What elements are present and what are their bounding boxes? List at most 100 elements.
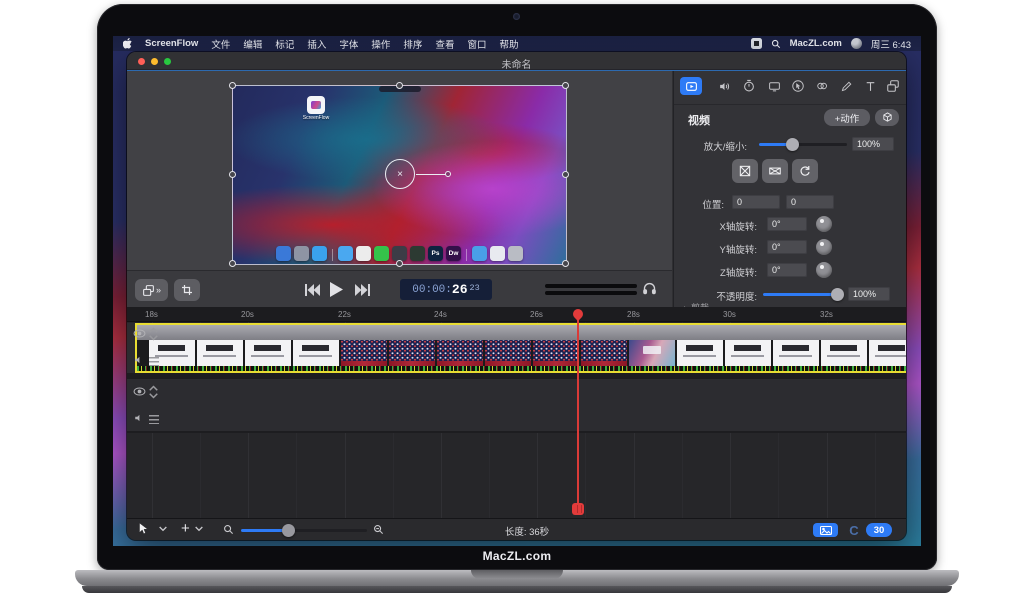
menu-item[interactable]: 文件 xyxy=(211,37,230,51)
rotation-x-field[interactable]: 0° xyxy=(767,217,807,231)
headphone-monitor-icon[interactable] xyxy=(642,281,657,296)
track-chevron-up-icon[interactable] xyxy=(149,327,158,333)
position-x-field[interactable]: 0 xyxy=(732,195,780,209)
menu-item[interactable]: 排序 xyxy=(403,37,422,51)
screenshot-export-button[interactable] xyxy=(813,523,838,537)
3d-cube-button[interactable] xyxy=(875,109,899,126)
track-mute-speaker-icon[interactable] xyxy=(134,413,144,423)
rotation-z-field[interactable]: 0° xyxy=(767,263,807,277)
position-y-field[interactable]: 0 xyxy=(786,195,834,209)
flip-horizontal-button[interactable] xyxy=(732,159,758,183)
track-chevron-down-icon[interactable] xyxy=(149,335,158,341)
selection-handle[interactable] xyxy=(396,82,403,89)
input-source-icon[interactable] xyxy=(751,38,762,49)
tab-screen-icon[interactable] xyxy=(763,77,785,95)
dock-icon-wechat[interactable] xyxy=(374,246,389,261)
selection-handle[interactable] xyxy=(229,171,236,178)
timeline-zoom-slider[interactable] xyxy=(241,529,367,532)
rotation-handle[interactable] xyxy=(445,171,451,177)
dock-icon-twitter[interactable] xyxy=(338,246,353,261)
tab-callout-icon[interactable] xyxy=(787,77,809,95)
apple-menu-icon[interactable] xyxy=(123,38,132,49)
menu-item[interactable]: 插入 xyxy=(307,37,326,51)
play-button[interactable] xyxy=(330,282,343,297)
menu-status-icon[interactable] xyxy=(851,38,862,49)
menu-item[interactable]: 操作 xyxy=(371,37,390,51)
track-chevron-up-icon[interactable] xyxy=(149,385,158,391)
dock-icon-chrome[interactable] xyxy=(356,246,371,261)
tab-annotate-icon[interactable] xyxy=(835,77,857,95)
opacity-value-field[interactable]: 100% xyxy=(848,287,890,301)
video-preview[interactable]: ScreenFlow × PsDw xyxy=(232,85,567,265)
menu-item[interactable]: 窗口 xyxy=(467,37,486,51)
selection-handle[interactable] xyxy=(229,82,236,89)
video-clip[interactable] xyxy=(135,323,906,373)
dock-icon-utility[interactable] xyxy=(392,246,407,261)
timeline[interactable]: 18s20s22s24s26s28s30s32s xyxy=(127,307,906,518)
menu-site-text[interactable]: MacZL.com xyxy=(790,38,842,49)
reset-rotation-button[interactable] xyxy=(792,159,818,183)
skip-forward-button[interactable] xyxy=(355,284,370,296)
track-grip-handle[interactable] xyxy=(149,357,159,366)
media-library-button[interactable]: » xyxy=(135,279,168,301)
rotation-center-control[interactable]: × xyxy=(385,159,415,189)
tab-touch-icon[interactable] xyxy=(811,77,833,95)
add-action-button[interactable]: +动作 xyxy=(824,109,870,126)
flip-vertical-button[interactable] xyxy=(762,159,788,183)
fps-badge[interactable]: 30 xyxy=(866,523,892,537)
rotation-z-knob[interactable] xyxy=(816,262,832,278)
dock-icon-screenshot[interactable] xyxy=(490,246,505,261)
rotation-y-knob[interactable] xyxy=(816,239,832,255)
selection-handle[interactable] xyxy=(229,260,236,267)
menu-item[interactable]: 标记 xyxy=(275,37,294,51)
timeline-ruler[interactable]: 18s20s22s24s26s28s30s32s xyxy=(127,307,906,322)
selection-handle[interactable] xyxy=(562,171,569,178)
tab-video-icon[interactable] xyxy=(680,77,702,95)
add-media-chevron[interactable] xyxy=(195,526,203,532)
scale-slider[interactable] xyxy=(759,143,847,146)
menu-clock[interactable]: 周三 6:43 xyxy=(871,37,911,51)
playhead-handle[interactable] xyxy=(572,503,584,515)
zoom-in-icon[interactable] xyxy=(373,524,384,535)
tab-audio-icon[interactable] xyxy=(713,77,735,95)
track-chevron-down-icon[interactable] xyxy=(149,393,158,399)
add-media-button[interactable]: + xyxy=(181,520,190,537)
dock-icon-dreamweaver[interactable]: Dw xyxy=(446,246,461,261)
dock-icon-finder[interactable] xyxy=(276,246,291,261)
track-visibility-eye-icon[interactable] xyxy=(133,387,146,396)
dock-icon-photoshop[interactable]: Ps xyxy=(428,246,443,261)
track-visibility-eye-icon[interactable] xyxy=(133,329,146,338)
dock-icon-safari[interactable] xyxy=(312,246,327,261)
dock-icon-wallet[interactable] xyxy=(410,246,425,261)
tab-text-icon[interactable] xyxy=(859,77,881,95)
snapping-magnet-icon[interactable]: C xyxy=(846,522,862,538)
crop-tool-button[interactable] xyxy=(174,279,200,301)
rotation-x-knob[interactable] xyxy=(816,216,832,232)
tab-media-icon[interactable] xyxy=(882,77,904,95)
menu-item[interactable]: 字体 xyxy=(339,37,358,51)
pointer-tool-button[interactable] xyxy=(137,522,149,536)
dock-icon-launchpad[interactable] xyxy=(294,246,309,261)
rotation-y-field[interactable]: 0° xyxy=(767,240,807,254)
selection-handle[interactable] xyxy=(562,82,569,89)
editing-canvas[interactable]: ScreenFlow × PsDw xyxy=(127,71,672,270)
playhead-line[interactable] xyxy=(577,315,579,507)
scale-value-field[interactable]: 100% xyxy=(852,137,894,151)
menu-item[interactable]: 帮助 xyxy=(499,37,518,51)
selection-handle[interactable] xyxy=(562,260,569,267)
skip-back-button[interactable] xyxy=(305,284,320,296)
tab-timing-icon[interactable] xyxy=(738,77,760,95)
menu-app-name[interactable]: ScreenFlow xyxy=(145,38,198,49)
opacity-slider[interactable] xyxy=(763,293,843,296)
spotlight-search-icon[interactable] xyxy=(771,39,781,49)
track-2-row[interactable] xyxy=(127,379,906,431)
menu-item[interactable]: 编辑 xyxy=(243,37,262,51)
selection-handle[interactable] xyxy=(396,260,403,267)
dock-icon-trash[interactable] xyxy=(508,246,523,261)
menu-item[interactable]: 查看 xyxy=(435,37,454,51)
zoom-out-icon[interactable] xyxy=(223,524,234,535)
dock-icon-folder[interactable] xyxy=(472,246,487,261)
pointer-tool-chevron[interactable] xyxy=(159,526,167,532)
track-grip-handle[interactable] xyxy=(149,415,159,424)
track-mute-speaker-icon[interactable] xyxy=(134,355,144,365)
